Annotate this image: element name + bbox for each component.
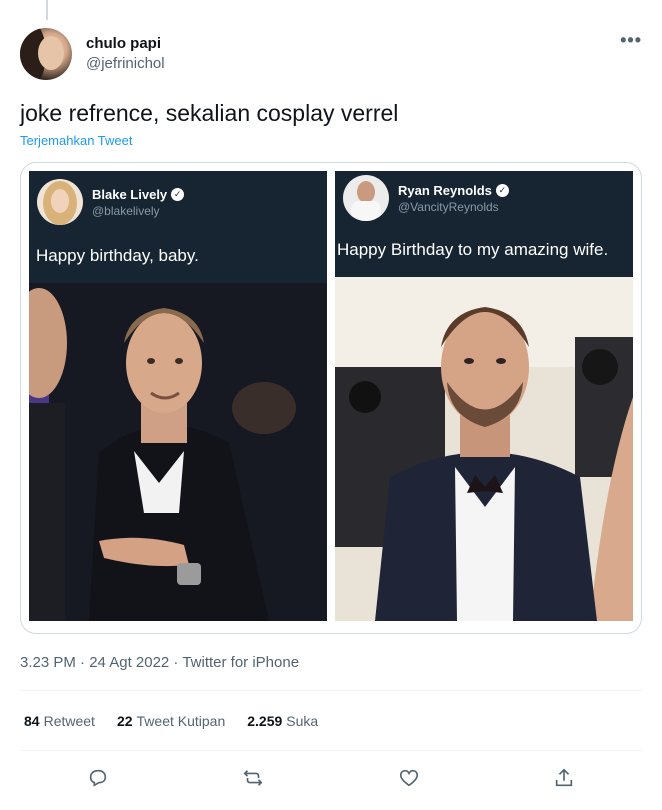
embedded-handle-right: @VancityReynolds [398, 199, 499, 214]
media-image-right[interactable]: Ryan Reynolds ✓ @VancityReynolds Happy Bi… [335, 171, 633, 621]
author-handle[interactable]: @jefrinichol [86, 54, 165, 74]
photo-left-illustration [29, 283, 327, 621]
verified-badge-icon: ✓ [171, 187, 185, 201]
embedded-text-left: Happy birthday, baby. [36, 246, 199, 265]
embedded-avatar-left [37, 179, 83, 225]
embedded-tweet-header-right: Ryan Reynolds ✓ @VancityReynolds [343, 175, 509, 221]
tweet-header: chulo papi @jefrinichol ••• [20, 26, 642, 82]
embedded-name-left: Blake Lively ✓ [92, 186, 185, 203]
like-icon[interactable] [393, 762, 425, 794]
share-icon[interactable] [548, 762, 580, 794]
likes-stat[interactable]: 2.259 Suka [247, 713, 318, 729]
media-image-left[interactable]: Blake Lively ✓ @blakelively Happy birthda… [29, 171, 327, 621]
photo-right [335, 277, 633, 621]
thread-connector-line [46, 0, 48, 20]
embedded-tweet-header-left: Blake Lively ✓ @blakelively [37, 179, 185, 225]
reply-icon[interactable] [82, 762, 114, 794]
embedded-text-right: Happy Birthday to my amazing wife. [337, 240, 609, 259]
photo-right-illustration [335, 277, 633, 621]
verified-badge-icon: ✓ [495, 183, 509, 197]
divider-bottom [20, 750, 642, 751]
embedded-avatar-right [343, 175, 389, 221]
embedded-handle-left: @blakelively [92, 203, 160, 218]
embedded-name-right: Ryan Reynolds ✓ [398, 182, 509, 199]
translate-tweet-link[interactable]: Terjemahkan Tweet [20, 133, 133, 148]
author-display-name[interactable]: chulo papi [86, 34, 165, 54]
tweet-actions [20, 762, 642, 794]
quote-tweet-stat[interactable]: 22 Tweet Kutipan [117, 713, 225, 729]
author-avatar[interactable] [20, 28, 72, 80]
retweet-icon[interactable] [237, 762, 269, 794]
divider-top [20, 690, 642, 691]
retweet-stat[interactable]: 84 Retweet [24, 713, 95, 729]
tweet-media[interactable]: Blake Lively ✓ @blakelively Happy birthda… [20, 162, 642, 634]
tweet-stats: 84 Retweet 22 Tweet Kutipan 2.259 Suka [24, 713, 318, 729]
more-icon[interactable]: ••• [620, 30, 642, 51]
tweet-timestamp[interactable]: 3.23 PM · 24 Agt 2022 · Twitter for iPho… [20, 654, 299, 671]
tweet-text: joke refrence, sekalian cosplay verrel [20, 100, 399, 126]
photo-left [29, 283, 327, 621]
author-info[interactable]: chulo papi @jefrinichol [86, 34, 165, 74]
